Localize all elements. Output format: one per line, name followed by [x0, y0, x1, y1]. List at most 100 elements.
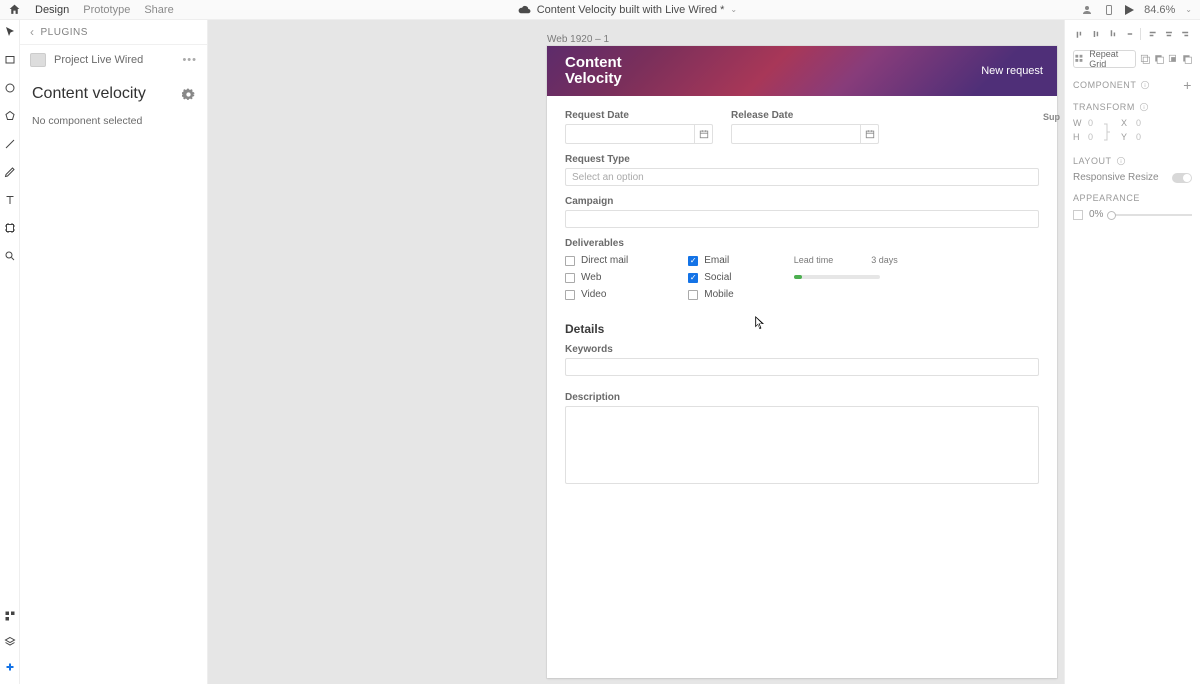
checkbox-social[interactable]: Social — [688, 272, 733, 283]
align-left-icon[interactable] — [1146, 28, 1158, 40]
asset-name: Project Live Wired — [54, 54, 143, 66]
layout-section-label: LAYOUT — [1073, 156, 1112, 166]
request-date-input[interactable] — [565, 124, 713, 144]
artboard-tool-icon[interactable] — [4, 222, 16, 234]
opacity-value[interactable]: 0% — [1089, 209, 1103, 220]
gear-icon[interactable] — [182, 88, 195, 101]
panel-title: Content velocity — [32, 85, 146, 103]
lead-time-value: 3 days — [871, 255, 898, 265]
zoom-level[interactable]: 84.6% — [1144, 4, 1175, 16]
layers-icon[interactable] — [4, 636, 16, 648]
deliverables-label: Deliverables — [565, 238, 1039, 249]
align-hcenter-icon[interactable] — [1163, 28, 1175, 40]
release-date-input[interactable] — [731, 124, 879, 144]
lead-time-label: Lead time — [794, 255, 834, 265]
request-type-label: Request Type — [565, 154, 1039, 165]
campaign-input[interactable] — [565, 210, 1039, 228]
device-icon[interactable] — [1103, 4, 1115, 16]
align-vcenter-icon[interactable] — [1090, 28, 1102, 40]
appearance-section-label: APPEARANCE — [1073, 193, 1140, 203]
assets-icon[interactable] — [4, 610, 16, 622]
grid-icon — [1074, 53, 1085, 65]
checkbox-video[interactable]: Video — [565, 289, 628, 300]
height-value[interactable]: 0 — [1088, 132, 1093, 142]
properties-panel: Repeat Grid COMPONENT + TRANSFORM W0 H0 … — [1064, 20, 1200, 684]
line-tool-icon[interactable] — [4, 138, 16, 150]
document-name[interactable]: Content Velocity built with Live Wired * — [537, 4, 725, 16]
add-op-icon[interactable] — [1140, 53, 1150, 65]
align-right-icon[interactable] — [1180, 28, 1192, 40]
tab-share[interactable]: Share — [144, 4, 173, 16]
keywords-input[interactable] — [565, 358, 1039, 376]
chevron-down-icon[interactable]: ⌄ — [730, 5, 737, 14]
calendar-icon — [865, 129, 875, 139]
lead-time-bar — [794, 275, 880, 279]
text-tool-icon[interactable] — [4, 194, 16, 206]
user-icon[interactable] — [1081, 4, 1093, 16]
ellipse-tool-icon[interactable] — [4, 82, 16, 94]
align-bottom-icon[interactable] — [1107, 28, 1119, 40]
y-value[interactable]: 0 — [1136, 132, 1141, 142]
zoom-tool-icon[interactable] — [4, 250, 16, 262]
info-icon[interactable] — [1140, 80, 1150, 90]
plugins-icon[interactable] — [4, 662, 16, 674]
repeat-grid-button[interactable]: Repeat Grid — [1073, 50, 1136, 68]
calendar-button[interactable] — [860, 124, 878, 144]
asset-more-icon[interactable]: ••• — [182, 54, 197, 66]
artboard-1[interactable]: ContentVelocity New request Request Date… — [547, 46, 1057, 678]
component-section-label: COMPONENT — [1073, 80, 1136, 90]
request-type-select[interactable]: Select an option — [565, 168, 1039, 186]
back-chevron-icon[interactable]: ‹ — [30, 25, 35, 39]
cloud-icon — [518, 4, 531, 15]
request-date-label: Request Date — [565, 110, 713, 121]
zoom-chevron-icon[interactable]: ⌄ — [1185, 5, 1192, 14]
subtract-op-icon[interactable] — [1154, 53, 1164, 65]
campaign-label: Campaign — [565, 196, 1039, 207]
artboard-label[interactable]: Web 1920 – 1 — [547, 34, 609, 45]
app-header: ContentVelocity New request — [547, 46, 1057, 96]
checkbox-mobile[interactable]: Mobile — [688, 289, 733, 300]
opacity-icon — [1073, 210, 1083, 220]
checkbox-direct-mail[interactable]: Direct mail — [565, 255, 628, 266]
width-value[interactable]: 0 — [1088, 118, 1093, 128]
canvas[interactable]: Web 1920 – 1 ContentVelocity New request… — [208, 20, 1064, 684]
exclude-op-icon[interactable] — [1182, 53, 1192, 65]
details-heading: Details — [565, 322, 1039, 336]
release-date-label: Release Date — [731, 110, 879, 121]
polygon-tool-icon[interactable] — [4, 110, 16, 122]
play-icon[interactable] — [1125, 5, 1134, 15]
select-tool-icon[interactable] — [4, 26, 16, 38]
home-icon[interactable] — [8, 3, 21, 16]
plugins-label: PLUGINS — [41, 27, 88, 38]
tool-rail — [0, 20, 20, 684]
rectangle-tool-icon[interactable] — [4, 54, 16, 66]
info-icon[interactable] — [1116, 156, 1126, 166]
asset-thumb-icon — [30, 53, 46, 67]
responsive-resize-label: Responsive Resize — [1073, 172, 1159, 183]
info-icon[interactable] — [1139, 102, 1149, 112]
distribute-v-icon[interactable] — [1124, 28, 1136, 40]
tab-prototype[interactable]: Prototype — [83, 4, 130, 16]
tab-design[interactable]: Design — [35, 4, 69, 16]
transform-section-label: TRANSFORM — [1073, 102, 1135, 112]
pen-tool-icon[interactable] — [4, 166, 16, 178]
cursor-icon — [755, 316, 766, 330]
calendar-button[interactable] — [694, 124, 712, 144]
new-request-link[interactable]: New request — [981, 65, 1043, 77]
x-value[interactable]: 0 — [1136, 118, 1141, 128]
plugin-asset-row[interactable]: Project Live Wired ••• — [20, 45, 207, 75]
checkbox-email[interactable]: Email — [688, 255, 733, 266]
app-title: ContentVelocity — [565, 55, 622, 88]
opacity-slider[interactable] — [1109, 214, 1192, 216]
calendar-icon — [699, 129, 709, 139]
lock-aspect-icon[interactable] — [1103, 122, 1111, 142]
description-label: Description — [565, 392, 1039, 403]
intersect-op-icon[interactable] — [1168, 53, 1178, 65]
keywords-label: Keywords — [565, 344, 1039, 355]
description-textarea[interactable] — [565, 406, 1039, 484]
sup-label: Sup — [1043, 112, 1060, 122]
checkbox-web[interactable]: Web — [565, 272, 628, 283]
add-component-icon[interactable]: + — [1183, 78, 1192, 92]
align-top-icon[interactable] — [1073, 28, 1085, 40]
responsive-toggle[interactable] — [1172, 173, 1192, 183]
